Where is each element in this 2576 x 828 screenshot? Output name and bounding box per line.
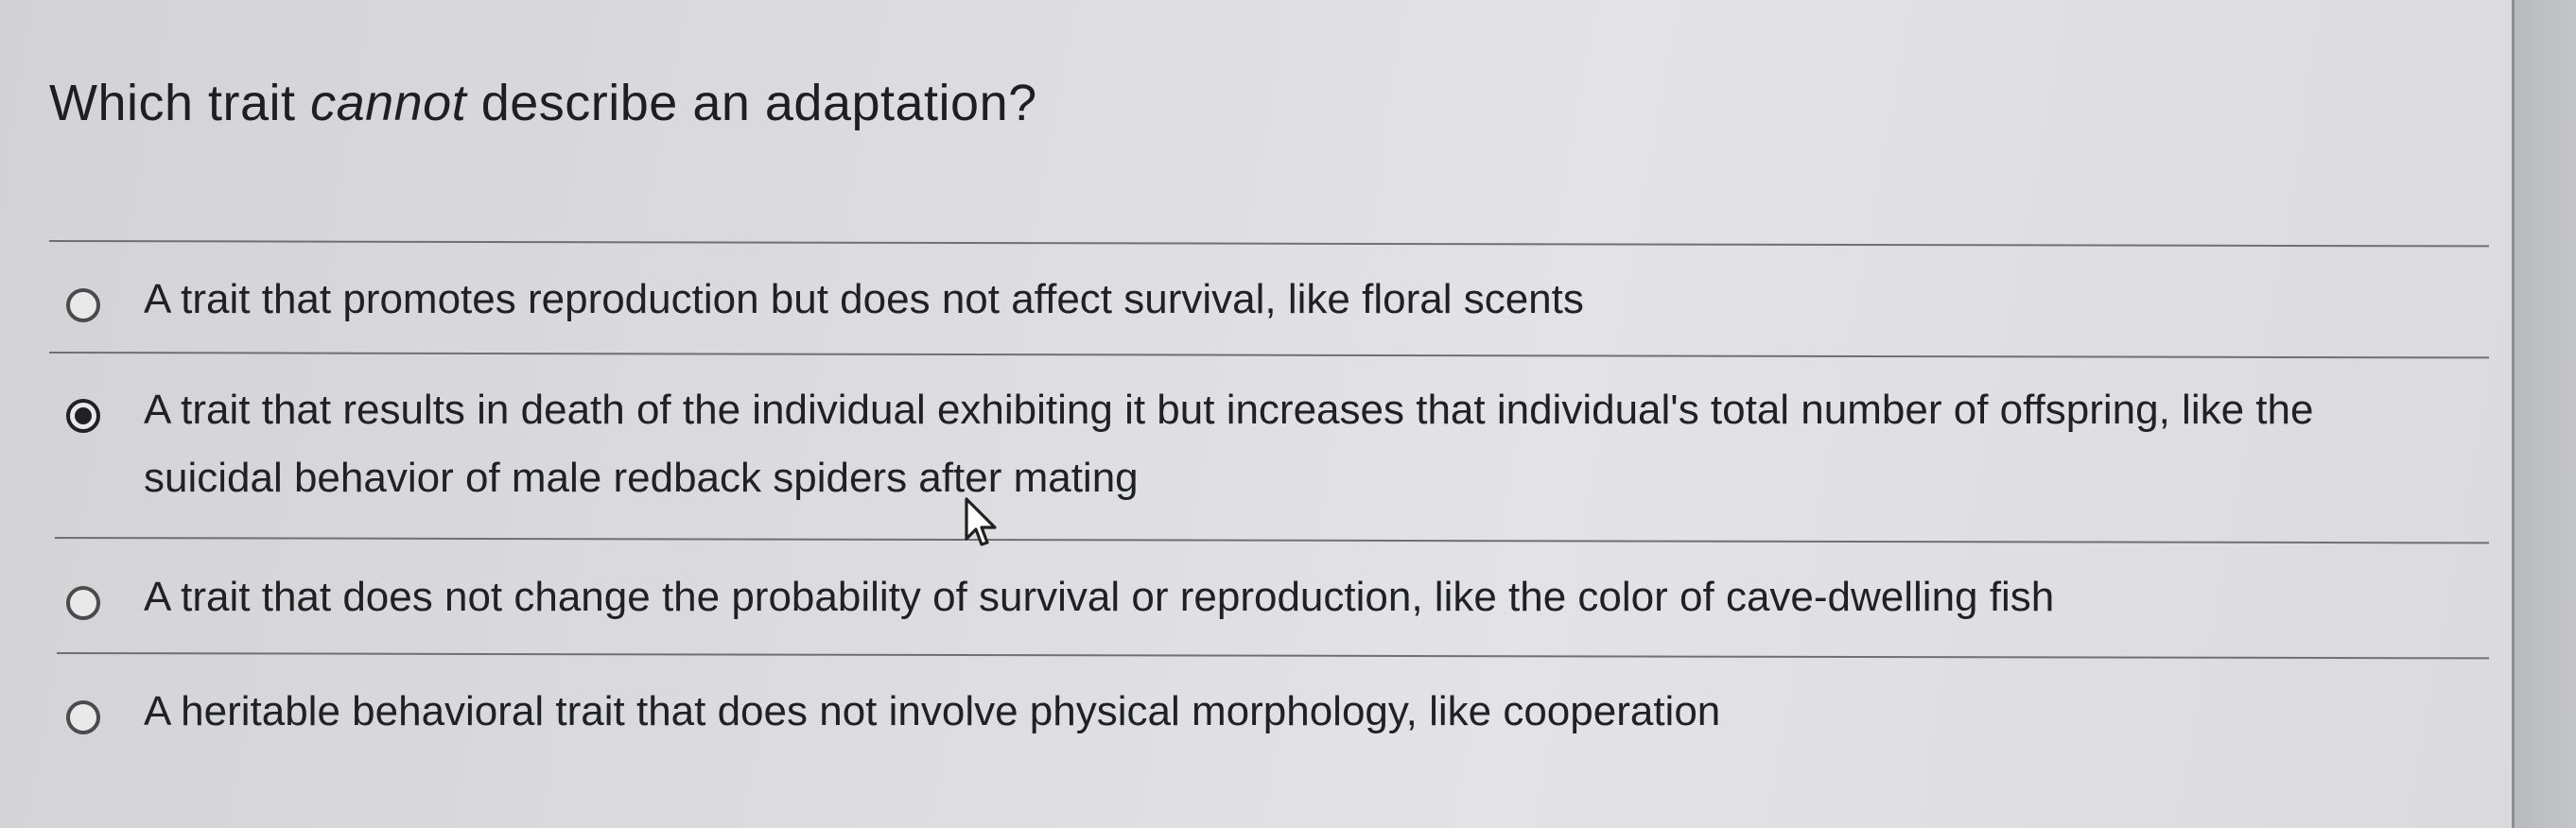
radio-button-3[interactable] (66, 586, 100, 620)
screen-edge (2512, 0, 2576, 828)
divider (48, 240, 2489, 248)
answer-option-4[interactable]: A heritable behavioral trait that does n… (66, 688, 1720, 746)
question-prefix: Which trait (49, 75, 311, 131)
divider (48, 352, 2489, 359)
answer-option-1-label: A trait that promotes reproduction but d… (144, 276, 1584, 322)
answer-option-2[interactable]: A trait that results in death of the ind… (66, 387, 2313, 512)
answer-option-3-label: A trait that does not change the probabi… (144, 574, 2055, 620)
radio-button-2-selected[interactable] (66, 399, 100, 433)
radio-button-4[interactable] (66, 700, 100, 734)
radio-button-1[interactable] (66, 288, 100, 322)
divider (56, 652, 2489, 660)
answer-option-2-label-line1: A trait that results in death of the ind… (144, 387, 2314, 433)
question-emphasis: cannot (310, 75, 467, 131)
answer-option-3[interactable]: A trait that does not change the probabi… (66, 574, 2054, 631)
answer-option-2-label-line2: suicidal behavior of male redback spider… (144, 455, 1139, 501)
mouse-pointer-icon (965, 497, 997, 546)
answer-option-4-label: A heritable behavioral trait that does n… (144, 688, 1721, 734)
divider (54, 537, 2489, 544)
question-text: Which trait cannot describe an adaptatio… (49, 74, 1037, 132)
quiz-screen: Which trait cannot describe an adaptatio… (0, 0, 2576, 828)
question-suffix: describe an adaptation? (466, 75, 1037, 131)
answer-option-1[interactable]: A trait that promotes reproduction but d… (66, 276, 1584, 334)
answer-option-2-label: A trait that results in death of the ind… (144, 376, 2313, 512)
